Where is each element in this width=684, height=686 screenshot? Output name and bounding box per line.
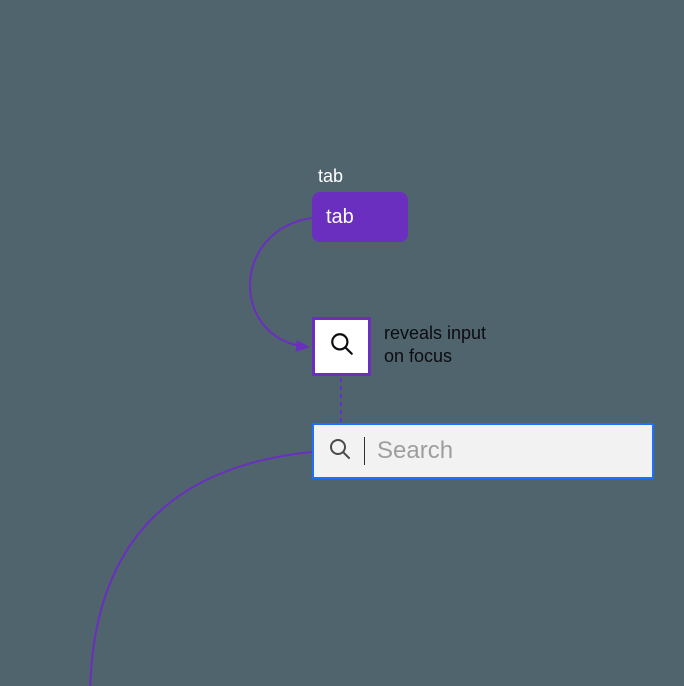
- tab-label: tab: [318, 166, 343, 187]
- tab-key-chip: tab: [312, 192, 408, 242]
- search-reveal-button[interactable]: [312, 317, 371, 376]
- search-icon: [329, 331, 355, 362]
- focus-annotation-line1: reveals input: [384, 322, 486, 345]
- focus-annotation-line2: on focus: [384, 345, 486, 368]
- tab-chip-text: tab: [326, 206, 354, 229]
- focus-annotation: reveals input on focus: [384, 322, 486, 369]
- text-cursor: [364, 437, 365, 465]
- search-placeholder: Search: [377, 437, 453, 465]
- search-input[interactable]: Search: [312, 423, 654, 479]
- search-icon: [328, 437, 352, 466]
- diagram-canvas: tab tab reveals input on focus Search: [0, 0, 684, 686]
